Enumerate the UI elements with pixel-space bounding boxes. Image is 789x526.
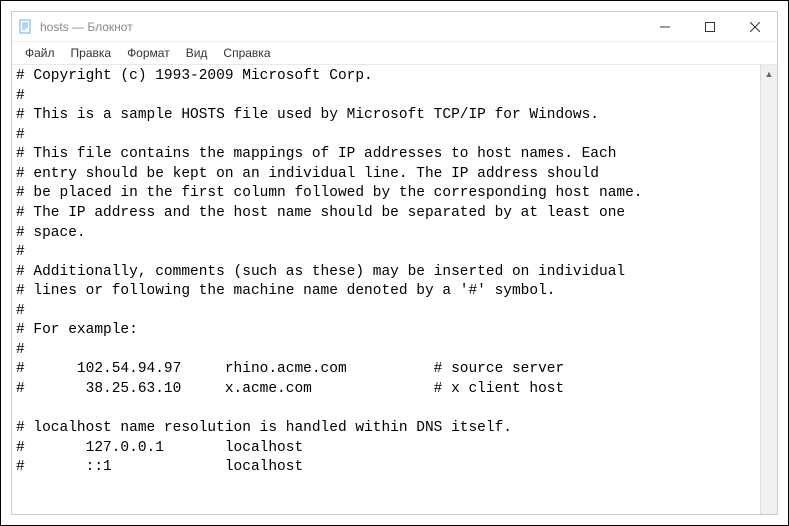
menu-file[interactable]: Файл	[18, 44, 62, 62]
close-button[interactable]	[732, 12, 777, 41]
notepad-icon	[18, 19, 34, 35]
menu-format[interactable]: Формат	[120, 44, 177, 62]
menu-help[interactable]: Справка	[216, 44, 277, 62]
menu-edit[interactable]: Правка	[64, 44, 119, 62]
vertical-scrollbar[interactable]: ▲	[760, 65, 777, 514]
window: hosts — Блокнот Файл Правка Формат Вид С…	[11, 11, 778, 515]
window-title: hosts — Блокнот	[40, 20, 642, 34]
scroll-up-icon[interactable]: ▲	[761, 65, 777, 82]
menu-view[interactable]: Вид	[179, 44, 215, 62]
editor-area[interactable]: # Copyright (c) 1993-2009 Microsoft Corp…	[12, 65, 777, 514]
menubar: Файл Правка Формат Вид Справка	[12, 42, 777, 65]
window-controls	[642, 12, 777, 41]
file-content[interactable]: # Copyright (c) 1993-2009 Microsoft Corp…	[12, 65, 777, 480]
minimize-button[interactable]	[642, 12, 687, 41]
maximize-button[interactable]	[687, 12, 732, 41]
titlebar[interactable]: hosts — Блокнот	[12, 12, 777, 42]
